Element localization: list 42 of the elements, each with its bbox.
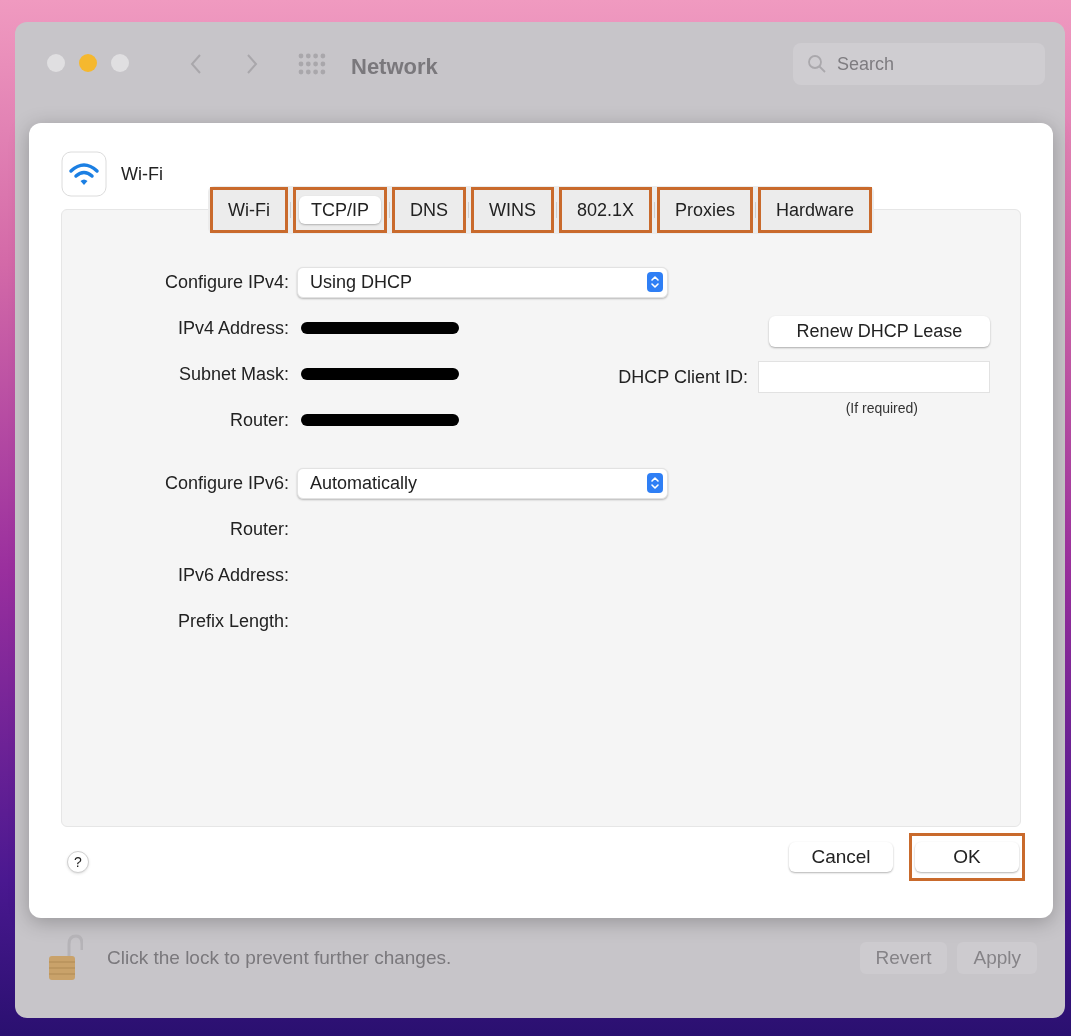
search-icon xyxy=(807,54,827,74)
grid-icon[interactable] xyxy=(297,53,327,75)
popup-menu[interactable]: Using DHCP xyxy=(297,266,668,298)
popup-value: Using DHCP xyxy=(310,270,413,294)
close-icon[interactable] xyxy=(47,54,65,72)
tab[interactable]: Wi-Fi xyxy=(215,196,282,224)
back-icon[interactable] xyxy=(189,53,203,75)
field-label: IPv6 Address: xyxy=(176,563,290,587)
tab[interactable]: TCP/IP xyxy=(298,196,381,224)
field-label: Configure IPv6: xyxy=(163,471,290,495)
client-id-field[interactable] xyxy=(758,361,990,393)
forward-icon[interactable] xyxy=(245,53,259,75)
field-label: Router: xyxy=(228,408,290,432)
field-label: Subnet Mask: xyxy=(177,362,290,386)
tab[interactable]: Hardware xyxy=(764,196,867,224)
field-label: IPv4 Address: xyxy=(176,316,290,340)
dialog-button[interactable]: Cancel xyxy=(789,842,893,872)
hint-text: (If required) xyxy=(845,399,918,418)
zoom-icon[interactable] xyxy=(111,54,129,72)
tab[interactable]: Proxies xyxy=(663,196,748,224)
window-title: Network xyxy=(351,53,438,81)
sheet-title: Wi-Fi xyxy=(121,162,163,186)
stepper-icon xyxy=(647,272,663,292)
stepper-icon xyxy=(647,473,663,493)
wifi-icon xyxy=(61,151,107,197)
tab[interactable]: WINS xyxy=(476,196,548,224)
popup-menu[interactable]: Automatically xyxy=(297,467,668,499)
search-input[interactable]: Search xyxy=(837,50,1017,78)
popup-value: Automatically xyxy=(310,471,418,495)
tab[interactable]: 802.1X xyxy=(564,196,646,224)
field-label: Configure IPv4: xyxy=(163,270,290,294)
tab[interactable]: DNS xyxy=(397,196,460,224)
field-label: Prefix Length: xyxy=(176,609,290,633)
field-label: DHCP Client ID: xyxy=(618,365,748,389)
lock-icon[interactable] xyxy=(47,934,83,982)
minimize-icon[interactable] xyxy=(79,54,97,72)
renew-lease-button[interactable]: Renew DHCP Lease xyxy=(769,316,990,347)
help-button[interactable]: ? xyxy=(67,851,89,873)
lock-message: Click the lock to prevent further changes. xyxy=(107,945,452,970)
dialog-button[interactable]: OK xyxy=(915,842,1019,872)
search-field[interactable]: Search xyxy=(793,43,1045,85)
field-label: Router: xyxy=(228,517,290,541)
